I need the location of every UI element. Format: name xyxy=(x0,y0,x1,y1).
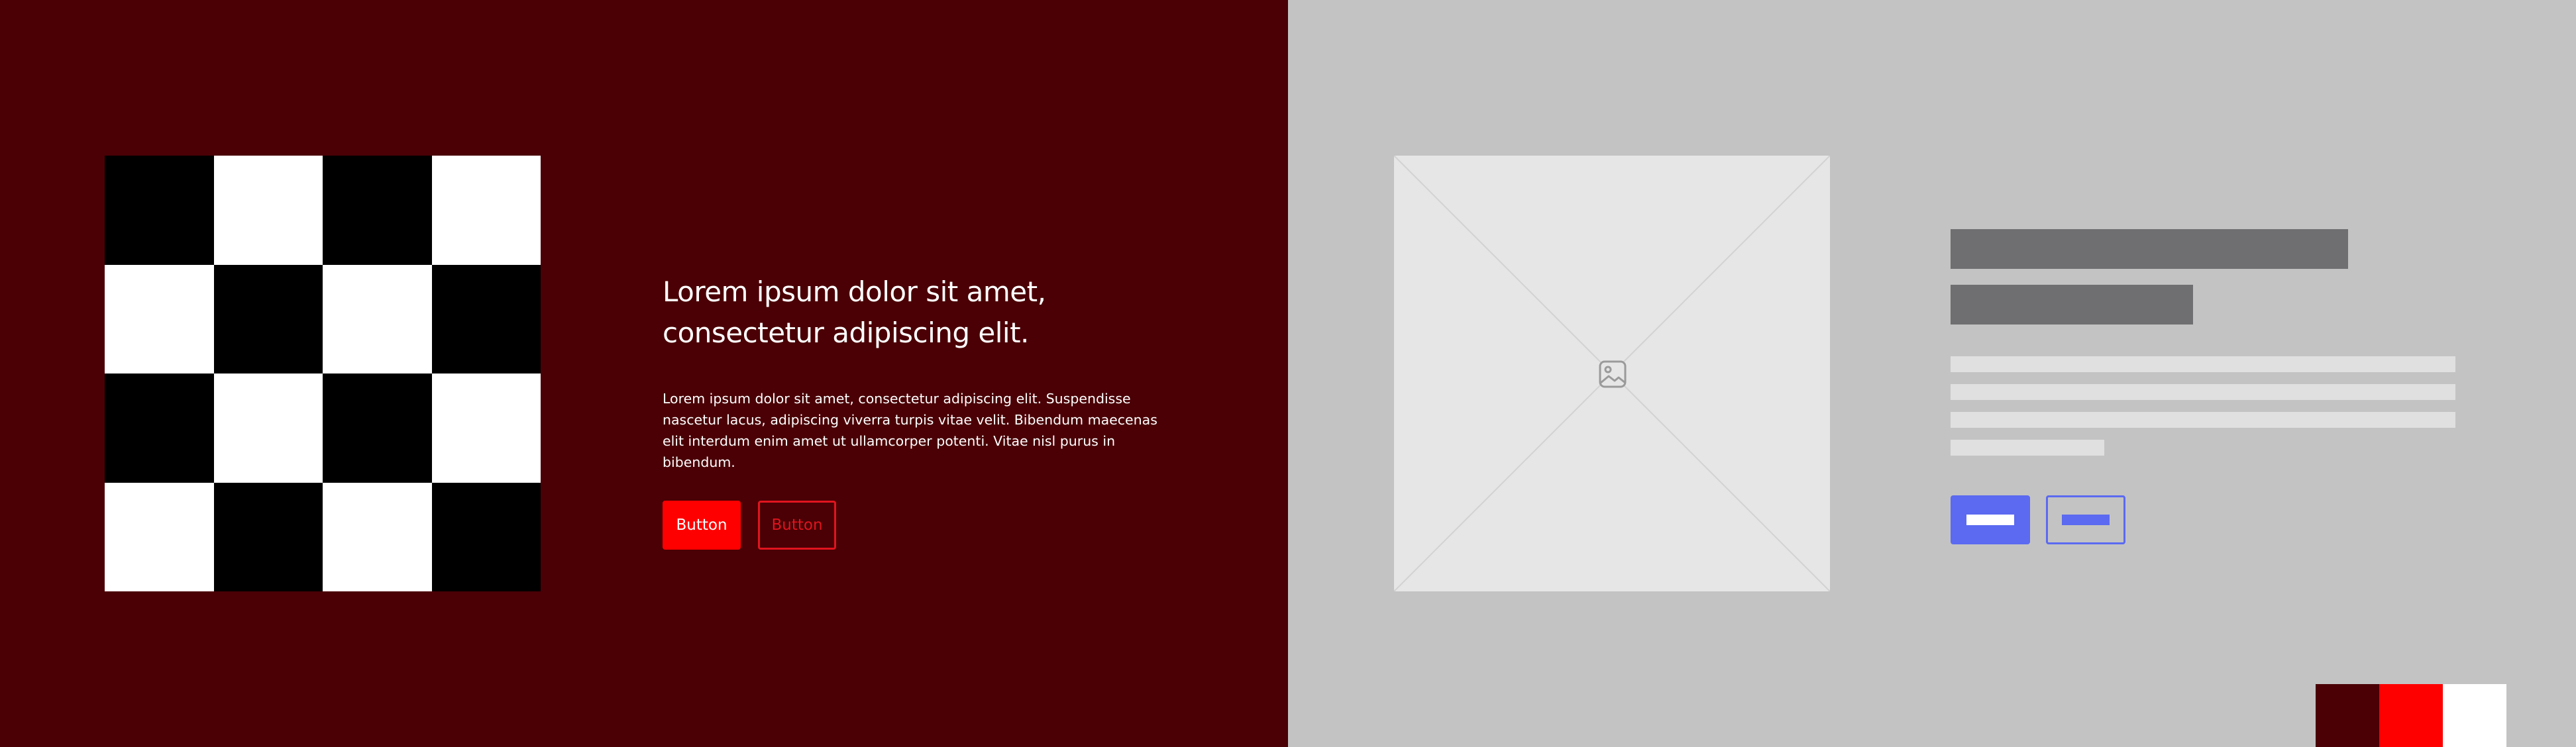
checker-cell xyxy=(323,264,432,374)
checker-cell xyxy=(431,482,541,591)
checker-cell xyxy=(213,482,323,591)
wireframe-primary-button[interactable] xyxy=(1951,495,2030,544)
wireframe-button-label xyxy=(2062,515,2110,525)
checker-cell xyxy=(213,374,323,483)
checker-cell xyxy=(323,156,432,265)
color-swatch xyxy=(2316,684,2379,747)
checker-cell xyxy=(105,156,214,265)
hero-copy: Lorem ipsum dolor sit amet, consectetur … xyxy=(663,272,1179,550)
color-swatch xyxy=(2379,684,2443,747)
wireframe-secondary-button[interactable] xyxy=(2046,495,2125,544)
wireframe-button-label xyxy=(1966,515,2014,525)
image-placeholder xyxy=(1394,156,1830,591)
checker-cell xyxy=(105,264,214,374)
checker-cell xyxy=(213,156,323,265)
wireframe-text-line xyxy=(1951,412,2455,428)
wireframe-text-line xyxy=(1951,440,2104,456)
hero-section: Lorem ipsum dolor sit amet, consectetur … xyxy=(0,0,1288,747)
checker-cell xyxy=(431,264,541,374)
secondary-button[interactable]: Button xyxy=(758,501,836,550)
color-palette xyxy=(2316,684,2506,747)
checker-cell xyxy=(323,374,432,483)
page: Lorem ipsum dolor sit amet, consectetur … xyxy=(0,0,2576,747)
wireframe-section xyxy=(1288,0,2576,747)
checker-cell xyxy=(105,374,214,483)
checker-cell xyxy=(105,482,214,591)
primary-button[interactable]: Button xyxy=(663,501,741,550)
wireframe-title-line xyxy=(1951,229,2348,269)
image-icon xyxy=(1599,360,1627,388)
checker-cell xyxy=(431,156,541,265)
checker-cell xyxy=(323,482,432,591)
color-swatch xyxy=(2443,684,2506,747)
wireframe-title-line xyxy=(1951,285,2193,324)
checker-cell xyxy=(431,374,541,483)
checkerboard-image xyxy=(105,156,541,591)
wireframe-text-line xyxy=(1951,384,2455,400)
wireframe-text-line xyxy=(1951,356,2455,372)
hero-buttons: Button Button xyxy=(663,501,1179,550)
checker-cell xyxy=(213,264,323,374)
hero-body-text: Lorem ipsum dolor sit amet, consectetur … xyxy=(663,391,1157,470)
hero-headline: Lorem ipsum dolor sit amet, consectetur … xyxy=(663,275,1046,349)
